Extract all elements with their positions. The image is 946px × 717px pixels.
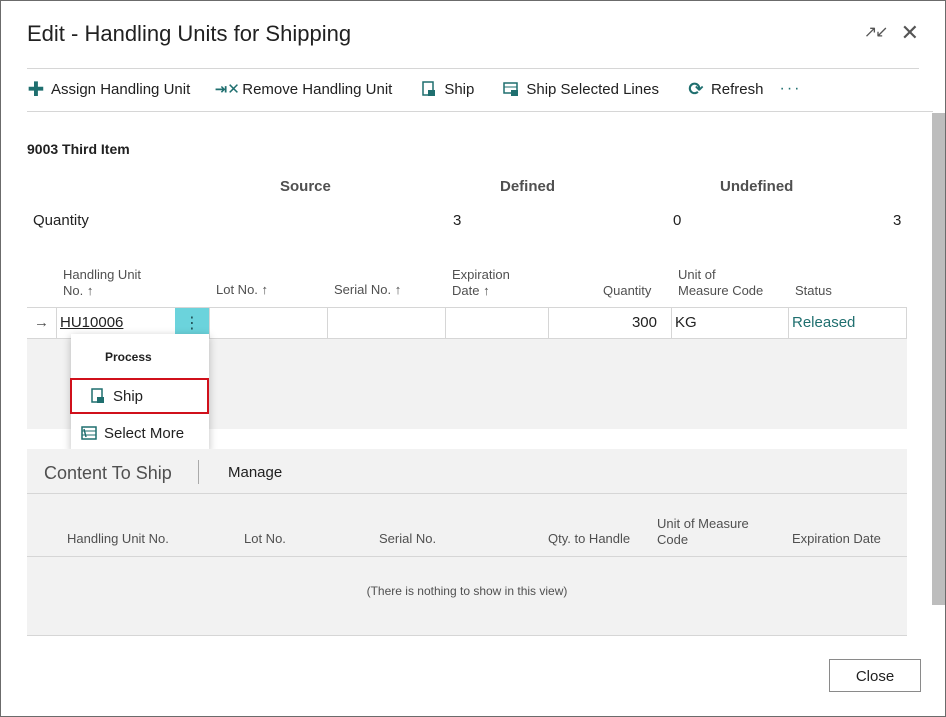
divider <box>27 556 907 557</box>
refresh-label: Refresh <box>710 80 764 98</box>
row-context-menu: Process Ship Select More <box>70 334 209 451</box>
divider <box>27 111 933 112</box>
ship-icon <box>420 80 438 98</box>
menu-item-select-more[interactable]: Select More <box>71 417 209 449</box>
ship-selected-label: Ship Selected Lines <box>526 80 659 98</box>
serial-no-cell[interactable] <box>328 308 446 338</box>
divider <box>27 68 919 69</box>
vertical-scrollbar[interactable] <box>932 113 945 605</box>
defined-quantity: 0 <box>673 212 682 229</box>
sub-column-qty-to-handle[interactable]: Qty. to Handle <box>548 531 630 547</box>
ship-selected-lines-button[interactable]: Ship Selected Lines <box>502 80 659 98</box>
window-controls: ↗↙ ✕ <box>864 21 919 45</box>
divider <box>27 635 907 636</box>
hu-no-link[interactable]: HU10006 <box>60 314 123 331</box>
remove-label: Remove Handling Unit <box>242 80 393 98</box>
dialog-title: Edit - Handling Units for Shipping <box>27 21 352 46</box>
hu-no-header-line2: No. ↑ <box>63 283 94 298</box>
column-header-uom[interactable]: Unit of Measure Code <box>678 267 763 299</box>
select-more-icon <box>81 425 97 441</box>
remove-icon: ⇥✕ <box>214 81 240 98</box>
sub-column-uom[interactable]: Unit of Measure Code <box>657 516 749 548</box>
uom-header-line1: Unit of <box>678 267 716 282</box>
content-to-ship-title[interactable]: Content To Ship <box>44 463 172 484</box>
refresh-icon: ⟳ <box>688 78 704 99</box>
column-header-quantity[interactable]: Quantity <box>603 283 651 299</box>
column-header-serial-no[interactable]: Serial No. ↑ <box>334 282 401 298</box>
sub-column-hu-no[interactable]: Handling Unit No. <box>67 531 169 547</box>
defined-header: Defined <box>500 178 556 195</box>
quantity-label: Quantity <box>33 212 89 229</box>
refresh-button[interactable]: ⟳ Refresh <box>687 78 764 99</box>
collapse-icon[interactable]: ↗↙ <box>864 21 889 45</box>
dialog: Edit - Handling Units for Shipping ↗↙ ✕ … <box>0 0 946 717</box>
source-quantity: 3 <box>453 212 462 229</box>
assign-handling-unit-button[interactable]: ✚ Assign Handling Unit <box>27 78 191 101</box>
lot-no-cell[interactable] <box>209 308 328 338</box>
sub-column-lot-no[interactable]: Lot No. <box>244 531 286 547</box>
quantity-cell[interactable]: 300 <box>549 308 672 338</box>
divider <box>198 460 199 484</box>
close-button[interactable]: Close <box>829 659 921 692</box>
content-part-header: Content To Ship Manage <box>27 449 907 494</box>
undefined-header: Undefined <box>720 178 794 195</box>
row-selector-arrow-icon[interactable]: → <box>27 308 57 338</box>
manage-button[interactable]: Manage <box>228 464 282 481</box>
ship-label: Ship <box>444 80 475 98</box>
empty-view-message: (There is nothing to show in this view) <box>366 584 568 598</box>
hu-no-header-line1: Handling Unit <box>63 267 142 282</box>
sub-uom-line2: Code <box>657 532 689 547</box>
uom-header-line2: Measure Code <box>678 283 764 298</box>
item-title: 9003 Third Item <box>27 141 130 157</box>
status-cell[interactable]: Released <box>789 308 907 338</box>
exp-header-line1: Expiration <box>452 267 510 282</box>
expiration-date-cell[interactable] <box>446 308 549 338</box>
action-bar: ✚ Assign Handling Unit ⇥✕ Remove Handlin… <box>27 78 801 101</box>
close-icon[interactable]: ✕ <box>901 21 919 45</box>
ship-button[interactable]: Ship <box>420 80 474 98</box>
menu-item-select-more-label: Select More <box>104 424 185 442</box>
plus-icon: ✚ <box>27 78 45 101</box>
assign-label: Assign Handling Unit <box>51 80 191 98</box>
remove-handling-unit-button[interactable]: ⇥✕ Remove Handling Unit <box>214 80 393 99</box>
column-header-hu-no[interactable]: Handling Unit No. ↑ <box>63 267 141 299</box>
more-actions-button[interactable]: ··· <box>779 80 801 98</box>
source-header: Source <box>280 178 331 195</box>
sub-column-expiration-date[interactable]: Expiration Date <box>792 531 881 547</box>
sub-column-serial-no[interactable]: Serial No. <box>379 531 436 547</box>
uom-cell[interactable]: KG <box>672 308 789 338</box>
column-header-lot-no[interactable]: Lot No. ↑ <box>216 282 268 298</box>
sub-uom-line1: Unit of Measure <box>657 516 749 531</box>
undefined-quantity: 3 <box>893 212 902 229</box>
ship-selected-icon <box>502 80 520 98</box>
exp-header-line2: Date ↑ <box>452 283 490 298</box>
column-header-expiration-date[interactable]: Expiration Date ↑ <box>452 267 510 299</box>
column-header-status[interactable]: Status <box>795 283 832 299</box>
highlight-box <box>70 378 209 414</box>
menu-header-process: Process <box>105 350 152 364</box>
